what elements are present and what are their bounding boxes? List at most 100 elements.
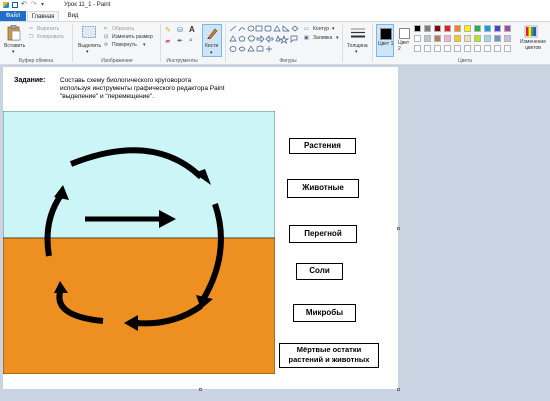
- pencil-icon[interactable]: ✎: [165, 26, 171, 34]
- color-swatch[interactable]: [504, 35, 511, 42]
- select-button[interactable]: Выделить: [78, 43, 101, 49]
- label-microbes[interactable]: Микробы: [293, 304, 356, 322]
- eraser-icon[interactable]: ▰: [165, 37, 170, 45]
- redo-icon[interactable]: ↷: [31, 1, 38, 8]
- magnifier-icon[interactable]: ⌕: [189, 37, 193, 45]
- fill-icon[interactable]: ⛁: [177, 26, 183, 34]
- quick-access-toolbar: ↶ ↷ ▾: [3, 0, 47, 8]
- label-dead-remains[interactable]: Мёртвые остатки растений и животных: [279, 343, 379, 368]
- outline-icon: ▭: [304, 26, 309, 32]
- paste-icon[interactable]: [7, 25, 21, 41]
- empty-color-swatch[interactable]: [454, 45, 461, 52]
- color1-swatch: [380, 28, 392, 40]
- empty-color-swatch[interactable]: [474, 45, 481, 52]
- empty-color-swatch[interactable]: [444, 45, 451, 52]
- color-swatch[interactable]: [434, 25, 441, 32]
- label-dead-remains-line-2: растений и животных: [288, 355, 370, 364]
- outline-button[interactable]: Контур: [313, 26, 329, 32]
- copy-icon: ❐: [29, 34, 34, 40]
- text-icon[interactable]: A: [189, 25, 195, 34]
- divider: [72, 24, 73, 62]
- color-swatch[interactable]: [414, 25, 421, 32]
- color2-button[interactable]: Цвет 2: [397, 24, 411, 57]
- ribbon: Вставить ▾ ✂ Вырезать ❐ Копировать Буфер…: [0, 21, 550, 65]
- rotate-icon: ⟳: [104, 42, 109, 48]
- cut-button[interactable]: Вырезать: [37, 26, 59, 32]
- color-swatch[interactable]: [464, 25, 471, 32]
- tab-file[interactable]: Файл: [0, 11, 26, 21]
- color-swatch[interactable]: [504, 25, 511, 32]
- size-icon[interactable]: [350, 27, 366, 41]
- size-dropdown-icon[interactable]: ▾: [355, 49, 358, 55]
- clipboard-group-label: Буфер обмена: [19, 58, 53, 64]
- color-picker-icon[interactable]: ✒: [177, 37, 183, 45]
- edit-colors-button[interactable]: Изменение цветов: [519, 39, 547, 51]
- color-swatch[interactable]: [414, 35, 421, 42]
- task-heading: Задание:: [14, 77, 46, 84]
- color-swatch[interactable]: [464, 35, 471, 42]
- select-dropdown-icon[interactable]: ▾: [86, 49, 89, 55]
- color-swatch[interactable]: [454, 25, 461, 32]
- canvas-resize-handle-bottom[interactable]: [199, 388, 202, 391]
- color-swatch[interactable]: [424, 35, 431, 42]
- canvas-resize-handle-right[interactable]: [397, 227, 400, 230]
- empty-color-swatch[interactable]: [504, 45, 511, 52]
- shapes-gallery[interactable]: [229, 25, 299, 55]
- empty-color-swatch[interactable]: [424, 45, 431, 52]
- copy-button[interactable]: Копировать: [37, 34, 64, 40]
- paste-dropdown-icon[interactable]: ▾: [12, 49, 15, 55]
- fill-button[interactable]: Заливка: [313, 35, 332, 41]
- edit-colors-icon[interactable]: [524, 25, 538, 38]
- empty-color-swatch[interactable]: [494, 45, 501, 52]
- undo-icon[interactable]: ↶: [21, 1, 28, 8]
- ribbon-tabs: Файл Главная Вид: [0, 11, 550, 21]
- save-icon[interactable]: [12, 2, 18, 8]
- rotate-dropdown-icon[interactable]: ▾: [143, 42, 146, 48]
- label-plants[interactable]: Растения: [289, 138, 356, 154]
- empty-color-swatch[interactable]: [434, 45, 441, 52]
- divider: [372, 24, 373, 62]
- color2-label: Цвет 2: [398, 40, 410, 52]
- task-line-1: Составь схему биологического круговорота: [60, 77, 192, 84]
- select-icon[interactable]: [82, 26, 96, 38]
- color-swatch[interactable]: [494, 35, 501, 42]
- customize-qat-icon[interactable]: ▾: [41, 2, 47, 8]
- color-swatch[interactable]: [454, 35, 461, 42]
- fill-dropdown-icon[interactable]: ▾: [336, 35, 339, 41]
- color-swatch[interactable]: [424, 25, 431, 32]
- colors-group-label: Цвета: [458, 58, 472, 64]
- label-humus[interactable]: Перегной: [289, 225, 357, 243]
- ground-area: [3, 237, 275, 374]
- color-swatch[interactable]: [474, 25, 481, 32]
- tab-view[interactable]: Вид: [62, 11, 84, 21]
- crop-button[interactable]: Обрезать: [112, 26, 134, 32]
- color-swatch[interactable]: [484, 35, 491, 42]
- resize-button[interactable]: Изменить размер: [112, 34, 153, 40]
- tab-home[interactable]: Главная: [27, 11, 59, 21]
- divider: [342, 24, 343, 62]
- color2-swatch: [399, 28, 410, 39]
- color-swatch[interactable]: [494, 25, 501, 32]
- shapes-group-label: Фигуры: [279, 58, 297, 64]
- paint-app-icon: [3, 2, 9, 8]
- empty-color-swatch[interactable]: [414, 45, 421, 52]
- window-title: Урок 11_1 - Paint: [64, 2, 111, 8]
- color-swatch[interactable]: [434, 35, 441, 42]
- brushes-button[interactable]: Кисти ▾: [202, 24, 222, 57]
- cycle-diagram: [3, 111, 275, 374]
- canvas-resize-handle-corner[interactable]: [397, 388, 400, 391]
- color1-button[interactable]: Цвет 1: [376, 24, 394, 57]
- divider: [160, 24, 161, 62]
- label-animals[interactable]: Животные: [287, 179, 359, 198]
- color-swatch[interactable]: [444, 35, 451, 42]
- outline-dropdown-icon[interactable]: ▾: [332, 26, 335, 32]
- color-swatch[interactable]: [444, 25, 451, 32]
- color-swatch[interactable]: [474, 35, 481, 42]
- brushes-dropdown-icon: ▾: [210, 50, 213, 56]
- empty-color-swatch[interactable]: [484, 45, 491, 52]
- image-group-label: Изображение: [101, 58, 133, 64]
- rotate-button[interactable]: Повернуть: [112, 42, 137, 48]
- label-salts[interactable]: Соли: [296, 263, 343, 280]
- empty-color-swatch[interactable]: [464, 45, 471, 52]
- color-swatch[interactable]: [484, 25, 491, 32]
